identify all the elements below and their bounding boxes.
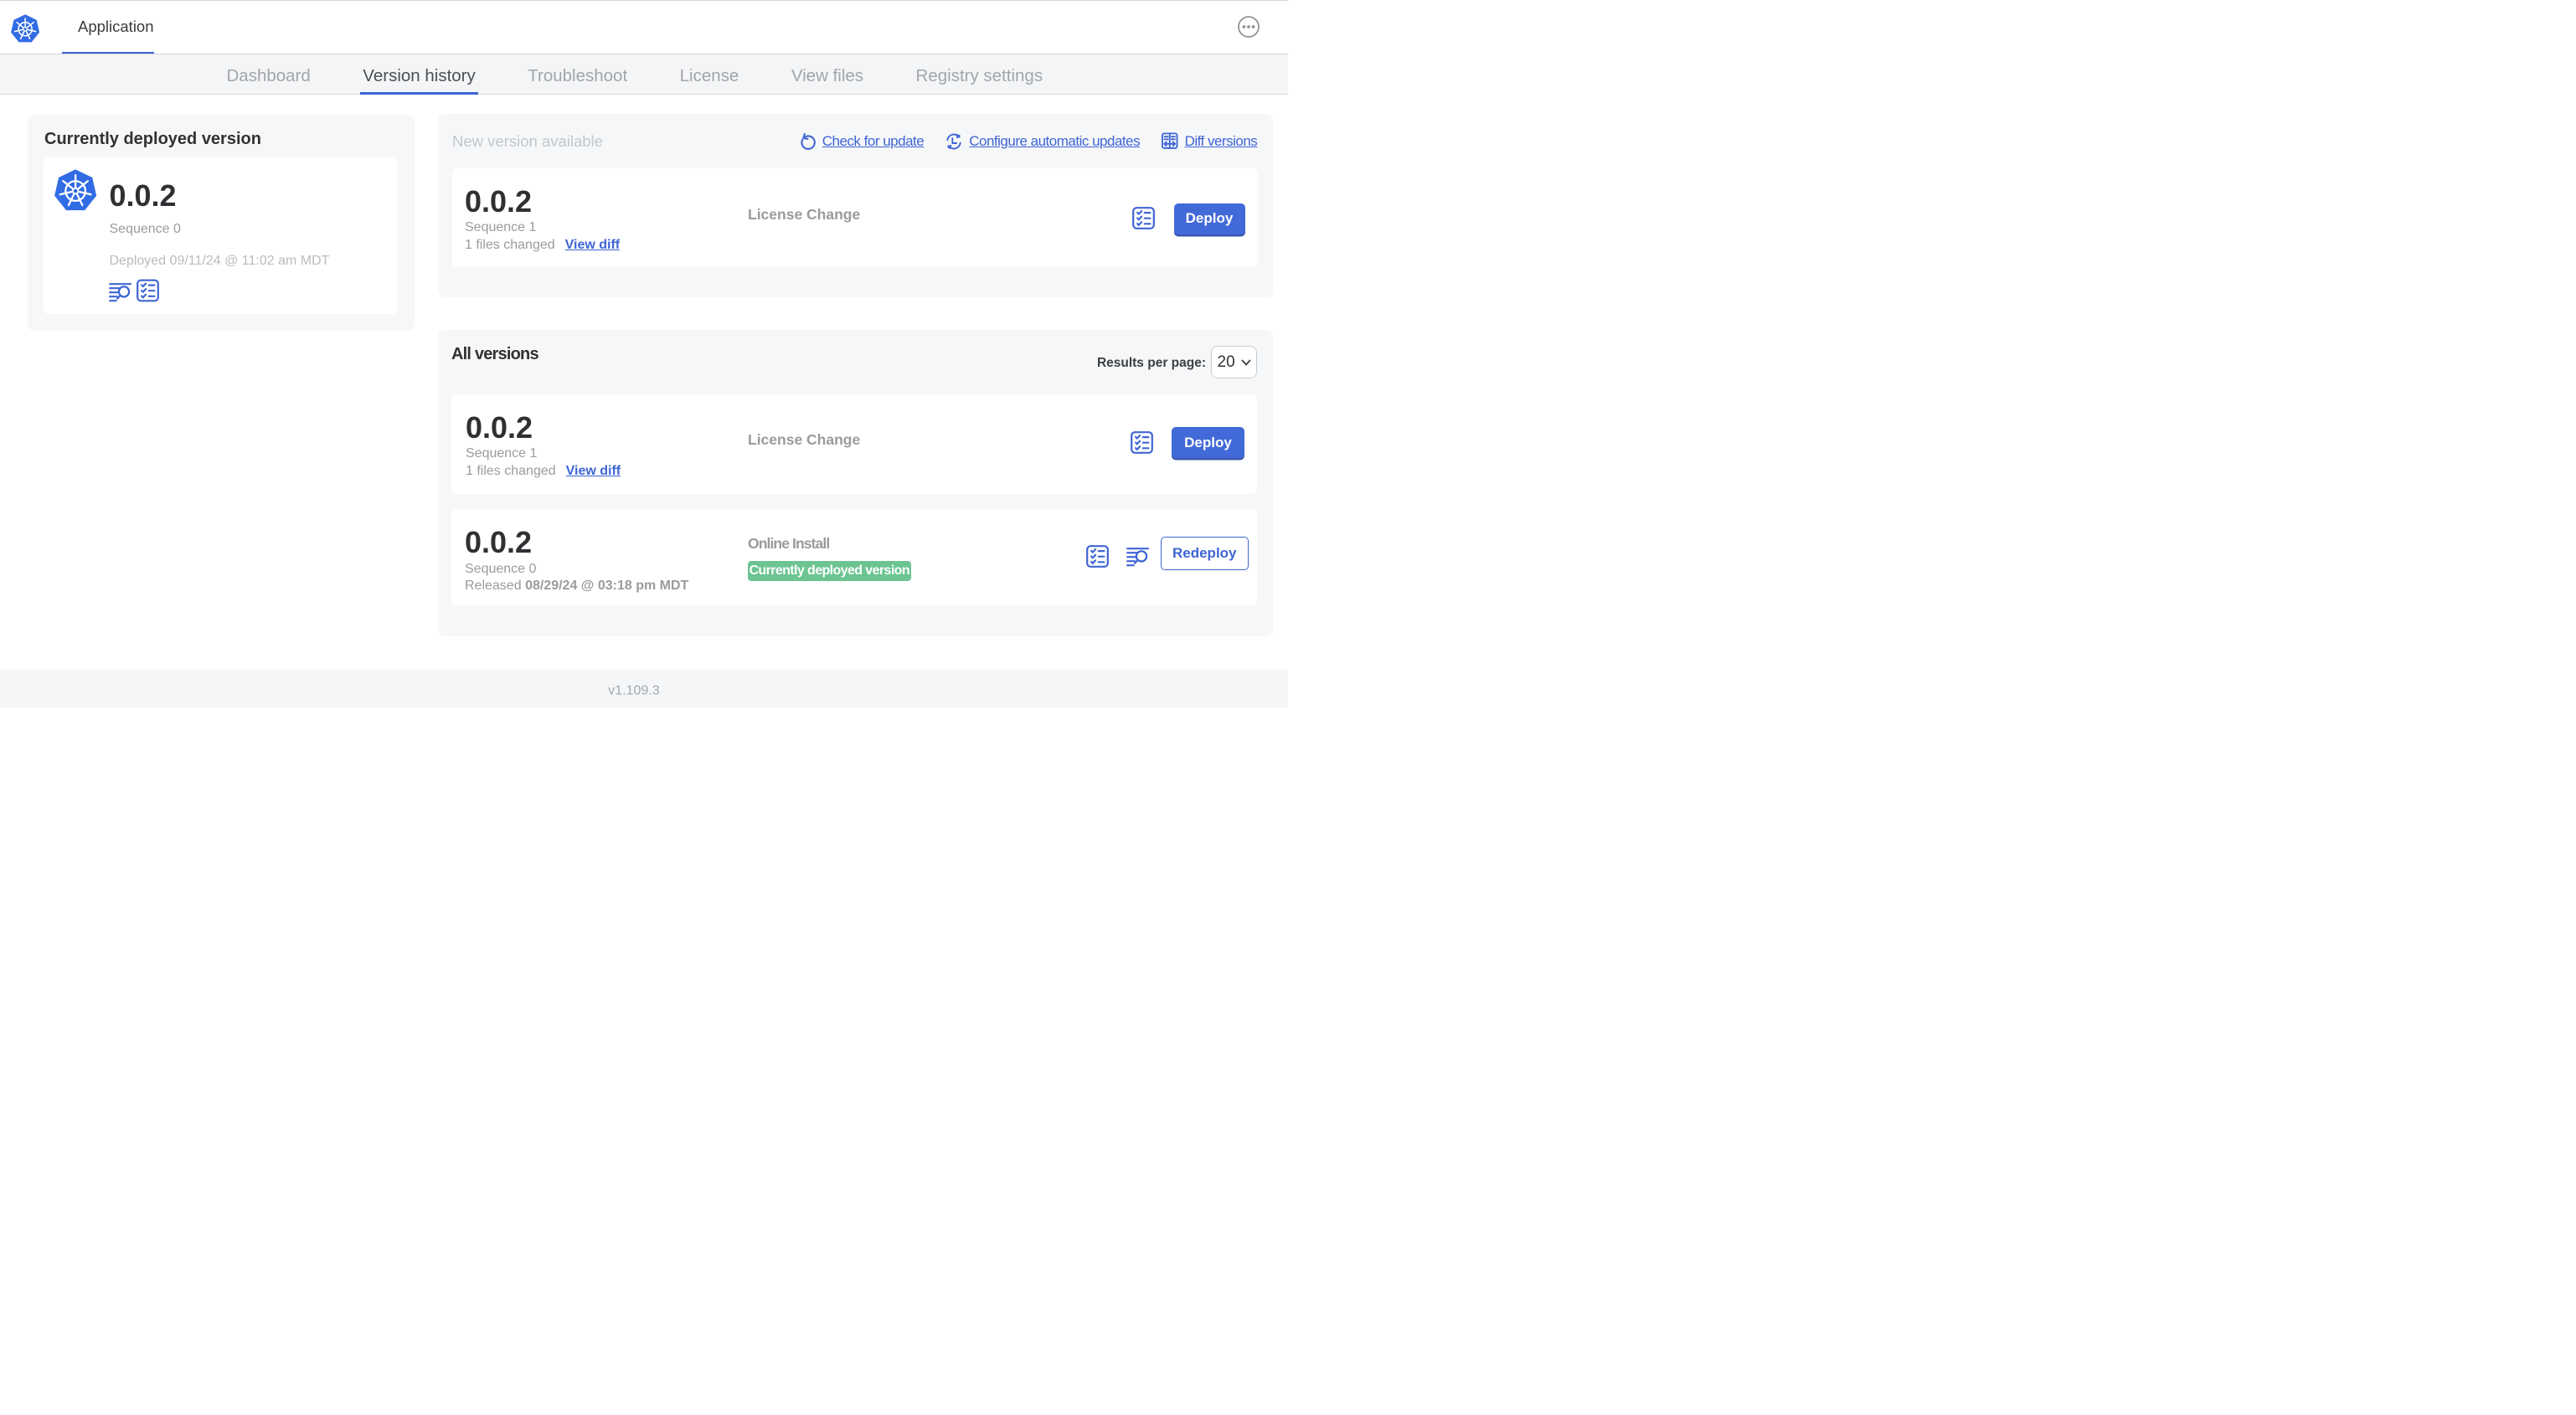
row2-released-line: Released 08/29/24 @ 03:18 pm MDT bbox=[465, 579, 688, 593]
diff-versions-label: Diff versions bbox=[1184, 132, 1258, 149]
tab-dashboard[interactable]: Dashboard bbox=[227, 54, 311, 95]
tab-registry-settings[interactable]: Registry settings bbox=[916, 54, 1043, 95]
diff-versions-link[interactable]: Diff versions bbox=[1162, 132, 1258, 150]
chevron-down-icon bbox=[1240, 359, 1251, 366]
release-notes-icon[interactable] bbox=[108, 279, 131, 302]
row2-source: Online Install bbox=[748, 535, 830, 553]
console-version: v1.109.3 bbox=[608, 683, 660, 697]
subnav-items: Dashboard Version history Troubleshoot L… bbox=[227, 54, 1043, 95]
tab-view-files[interactable]: View files bbox=[791, 54, 863, 95]
subnav-bar: Dashboard Version history Troubleshoot L… bbox=[0, 53, 1288, 95]
row1-files-changed-label: 1 files changed bbox=[466, 463, 556, 478]
currently-deployed-badge: Currently deployed version bbox=[747, 560, 911, 582]
page-size-value: 20 bbox=[1217, 352, 1235, 371]
tab-license[interactable]: License bbox=[680, 54, 739, 95]
row1-source: License Change bbox=[748, 431, 861, 449]
configure-automatic-updates-link[interactable]: Configure automatic updates bbox=[945, 133, 1141, 150]
configure-automatic-updates-label: Configure automatic updates bbox=[969, 133, 1141, 149]
deploy-button[interactable]: Deploy bbox=[1173, 203, 1245, 234]
preflight-checks-icon[interactable] bbox=[136, 279, 159, 302]
new-version-source: License Change bbox=[748, 205, 861, 223]
row2-sequence: Sequence 0 bbox=[465, 561, 537, 576]
check-for-update-label: Check for update bbox=[822, 133, 925, 149]
currently-deployed-card bbox=[44, 157, 397, 314]
diff-icon bbox=[1162, 132, 1178, 150]
row1-version-title: 0.0.2 bbox=[466, 409, 533, 445]
app-footer: v1.109.3 bbox=[0, 670, 1288, 708]
deployed-version-actions bbox=[108, 279, 159, 302]
redeploy-button[interactable]: Redeploy bbox=[1161, 537, 1249, 570]
row2-released-label: Released bbox=[465, 579, 522, 594]
tab-version-history[interactable]: Version history bbox=[360, 54, 479, 95]
row1-sequence: Sequence 1 bbox=[466, 446, 538, 461]
deployed-sequence: Sequence 0 bbox=[109, 221, 181, 236]
deployed-timestamp: Deployed 09/11/24 @ 11:02 am MDT bbox=[109, 253, 330, 268]
all-versions-heading: All versions bbox=[451, 345, 539, 364]
row2-released-date: 08/29/24 @ 03:18 pm MDT bbox=[525, 579, 689, 594]
kubernetes-app-icon bbox=[54, 169, 96, 211]
row2-version-title: 0.0.2 bbox=[465, 524, 533, 559]
page-size-select[interactable]: 20 bbox=[1211, 346, 1257, 378]
app-header: Application bbox=[0, 0, 1288, 54]
ellipsis-menu-icon[interactable] bbox=[1238, 16, 1260, 38]
results-per-page-label: Results per page: bbox=[1096, 355, 1206, 370]
tab-troubleshoot[interactable]: Troubleshoot bbox=[528, 54, 627, 95]
view-diff-link[interactable]: View diff bbox=[565, 238, 621, 252]
check-for-update-link[interactable]: Check for update bbox=[799, 132, 925, 150]
new-version-files-line: 1 files changed View diff bbox=[465, 237, 621, 252]
refresh-icon bbox=[801, 132, 816, 150]
deploy-button[interactable]: Deploy bbox=[1172, 427, 1244, 458]
preflight-checks-icon[interactable] bbox=[1086, 545, 1109, 568]
deployed-version-title: 0.0.2 bbox=[109, 178, 177, 214]
preflight-checks-icon[interactable] bbox=[1131, 431, 1153, 454]
update-links-row: Check for update Configure automatic upd… bbox=[0, 132, 1258, 150]
auto-update-icon bbox=[946, 133, 961, 149]
new-version-title: 0.0.2 bbox=[465, 183, 533, 219]
app-tab-label[interactable]: Application bbox=[78, 18, 154, 35]
kubernetes-logo-icon bbox=[11, 14, 40, 43]
view-diff-link[interactable]: View diff bbox=[566, 464, 621, 478]
row1-files-line: 1 files changed View diff bbox=[466, 463, 621, 478]
preflight-checks-icon[interactable] bbox=[1131, 207, 1155, 229]
release-notes-icon[interactable] bbox=[1126, 547, 1149, 567]
files-changed-label: 1 files changed bbox=[465, 237, 555, 252]
new-version-sequence: Sequence 1 bbox=[465, 220, 537, 235]
